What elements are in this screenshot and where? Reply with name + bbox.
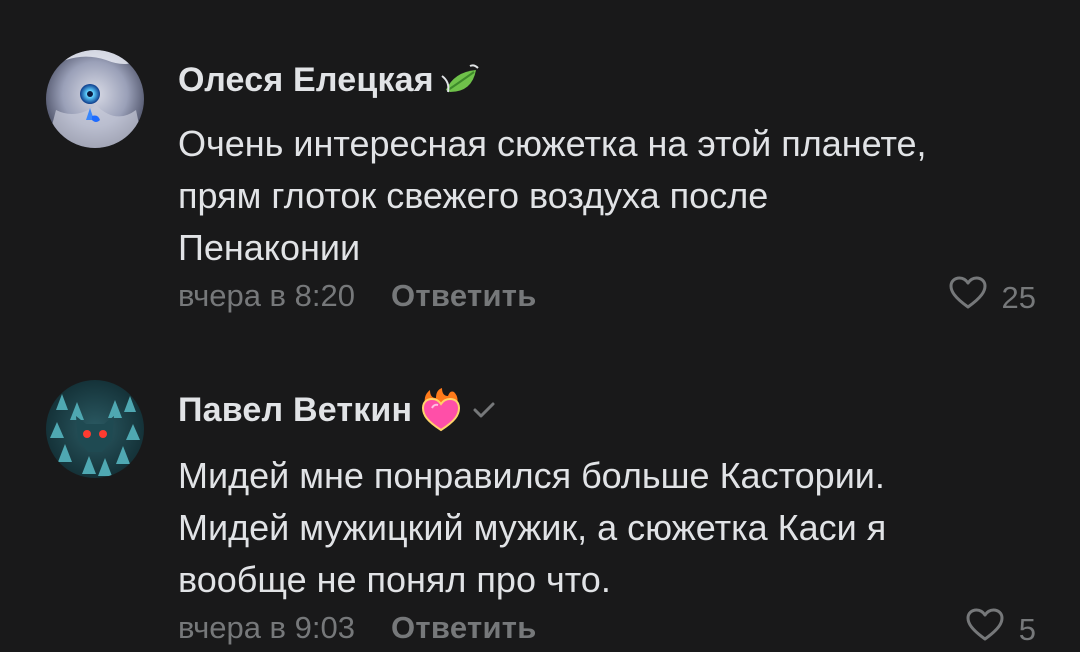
comment-text: Мидей мне понравился больше Кастории. Ми… <box>178 455 887 600</box>
author-name[interactable]: Олеся Елецкая <box>178 56 434 104</box>
author-name[interactable]: Павел Веткин <box>178 386 412 434</box>
checkmark-icon <box>470 399 498 421</box>
flaming-heart-icon <box>418 388 464 432</box>
comment-meta: вчера в 9:03 Ответить <box>178 608 537 648</box>
comment-timestamp: вчера в 9:03 <box>178 610 355 645</box>
avatar[interactable] <box>46 50 144 148</box>
comment-author: Павел Веткин <box>178 386 498 434</box>
avatar-image <box>46 380 144 478</box>
like-button[interactable]: 5 <box>965 608 1036 652</box>
heart-icon <box>948 276 988 320</box>
avatar[interactable] <box>46 380 144 478</box>
reply-button[interactable]: Ответить <box>391 608 537 648</box>
comment-text: Очень интересная сюжетка на этой планете… <box>178 123 927 268</box>
reply-button[interactable]: Ответить <box>391 276 537 316</box>
comment-meta: вчера в 8:20 Ответить <box>178 276 537 316</box>
like-count: 5 <box>1018 612 1036 647</box>
avatar-image <box>46 50 144 148</box>
comment-author: Олеся Елецкая <box>178 56 484 104</box>
heart-icon <box>965 608 1005 652</box>
comment-timestamp: вчера в 8:20 <box>178 278 355 313</box>
like-button[interactable]: 25 <box>948 276 1036 320</box>
leaf-icon <box>440 62 484 98</box>
like-count: 25 <box>1001 280 1036 315</box>
